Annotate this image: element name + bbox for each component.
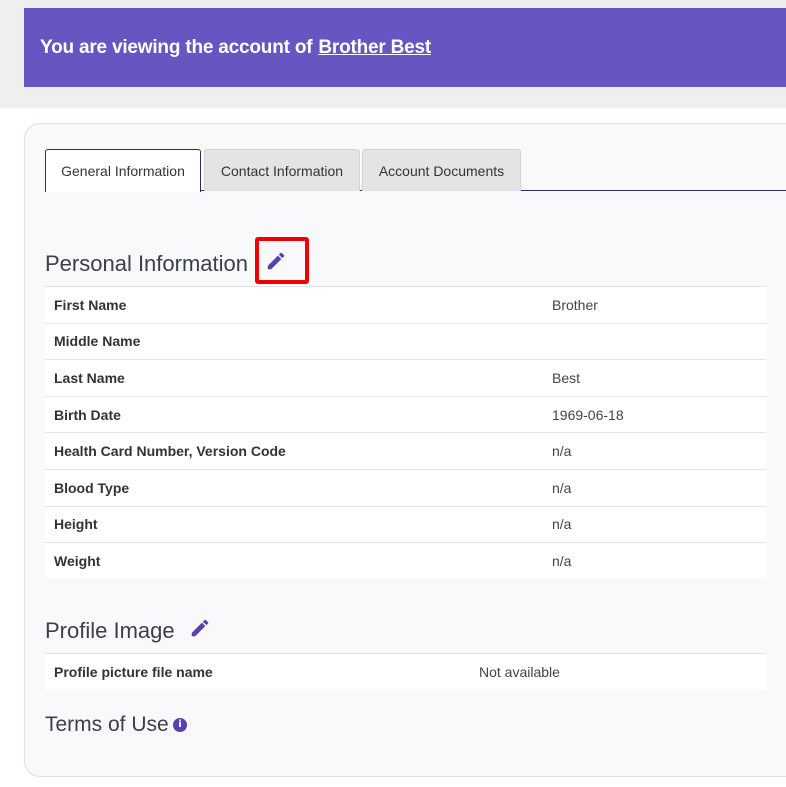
row-value: Not available: [470, 653, 766, 691]
table-row: Height n/a: [45, 505, 766, 543]
tab-account-documents[interactable]: Account Documents: [362, 149, 521, 191]
row-label: Profile picture file name: [45, 653, 470, 691]
tab-contact-information[interactable]: Contact Information: [204, 149, 360, 191]
row-value: Brother: [543, 286, 766, 324]
info-icon[interactable]: i: [173, 718, 187, 732]
banner-text: You are viewing the account of: [40, 36, 313, 58]
profile-image-table: Profile picture file name Not available: [45, 653, 766, 691]
account-banner: You are viewing the account of Brother B…: [24, 8, 786, 87]
row-value: n/a: [543, 468, 766, 507]
row-label: Height: [45, 505, 543, 543]
account-user-link[interactable]: Brother Best: [318, 37, 431, 59]
row-value: n/a: [543, 505, 766, 543]
row-label: Middle Name: [45, 322, 543, 360]
personal-information-title: Personal Information: [45, 251, 248, 276]
personal-information-table: First Name Brother Middle Name Last Name…: [45, 286, 766, 580]
row-value: Best: [543, 359, 766, 397]
table-row: Blood Type n/a: [45, 468, 766, 507]
row-label: Health Card Number, Version Code: [45, 432, 543, 470]
tab-label: Contact Information: [220, 162, 344, 179]
table-row: First Name Brother: [45, 286, 766, 324]
row-value: n/a: [543, 432, 766, 470]
profile-image-title: Profile Image: [45, 618, 175, 643]
row-label: Birth Date: [45, 395, 543, 433]
table-row: Middle Name: [45, 322, 766, 360]
table-row: Profile picture file name Not available: [45, 653, 766, 691]
row-label: First Name: [45, 286, 543, 324]
tab-label: Account Documents: [378, 162, 505, 179]
table-row: Weight n/a: [45, 542, 766, 580]
row-label: Blood Type: [45, 468, 543, 507]
edit-highlight-box: [255, 237, 309, 284]
tab-label: General Information: [61, 163, 185, 179]
row-value: [543, 322, 766, 360]
table-row: Birth Date 1969-06-18: [45, 395, 766, 433]
tab-bar: General Information Contact Information …: [45, 149, 786, 192]
row-value: n/a: [543, 542, 766, 580]
table-row: Health Card Number, Version Code n/a: [45, 432, 766, 470]
tab-general-information[interactable]: General Information: [45, 149, 201, 192]
row-label: Weight: [45, 542, 543, 580]
pencil-icon[interactable]: [189, 617, 211, 639]
row-label: Last Name: [45, 359, 543, 397]
table-row: Last Name Best: [45, 359, 766, 397]
terms-of-use-title: Terms of Use: [45, 713, 169, 736]
row-value: 1969-06-18: [543, 395, 766, 433]
